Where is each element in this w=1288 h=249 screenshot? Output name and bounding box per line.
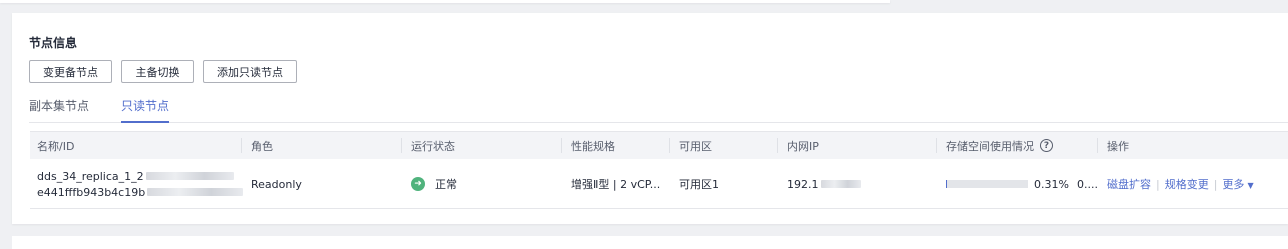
column-divider[interactable] xyxy=(936,138,937,153)
storage-usage-bar-fill xyxy=(946,180,948,188)
section-title: 节点信息 xyxy=(29,36,78,50)
table-row: dds_34_replica_1_2 e441fffb943b4c19b Rea… xyxy=(30,159,1288,209)
column-divider[interactable] xyxy=(401,138,402,153)
header-storage: 存储空间使用情况 ? xyxy=(946,132,1053,159)
action-divider: | xyxy=(1213,177,1218,191)
storage-usage-percent: 0.31% xyxy=(1034,177,1069,191)
node-status: ➜ 正常 xyxy=(411,159,457,209)
node-name: dds_34_replica_1_2 xyxy=(37,170,234,183)
storage-usage: 0.31% 0.... xyxy=(946,159,1098,209)
node-info-card: 节点信息 变更备节点 主备切换 添加只读节点 副本集节点 只读节点 名称/ID … xyxy=(12,13,1288,224)
node-tabs: 副本集节点 只读节点 xyxy=(29,97,1288,123)
top-card xyxy=(0,0,890,3)
expand-disk-link[interactable]: 磁盘扩容 xyxy=(1107,176,1151,192)
header-spec: 性能规格 xyxy=(571,139,615,153)
header-ip: 内网IP xyxy=(787,139,819,153)
header-az: 可用区 xyxy=(679,139,712,153)
row-actions: 磁盘扩容 | 规格变更 | 更多 ▼ xyxy=(1107,159,1254,209)
node-name-text: dds_34_replica_1_2 xyxy=(37,169,144,183)
change-spec-link[interactable]: 规格变更 xyxy=(1165,176,1209,192)
more-actions-label: 更多 xyxy=(1222,178,1245,191)
caret-down-icon: ▼ xyxy=(1247,181,1254,190)
header-storage-label: 存储空间使用情况 xyxy=(946,139,1034,153)
node-name-id-cell: dds_34_replica_1_2 e441fffb943b4c19b xyxy=(37,159,244,209)
table-header: 名称/ID 角色 运行状态 性能规格 可用区 内网IP 存储空间使用情况 ? 操… xyxy=(30,132,1288,159)
question-circle-icon[interactable]: ? xyxy=(1040,139,1053,152)
column-divider[interactable] xyxy=(777,138,778,153)
header-role: 角色 xyxy=(251,139,273,153)
node-spec: 增强Ⅱ型 | 2 vCP... xyxy=(571,178,661,191)
node-ip-text: 192.1 xyxy=(787,177,819,191)
node-action-buttons: 变更备节点 主备切换 添加只读节点 xyxy=(29,60,297,83)
node-az: 可用区1 xyxy=(679,178,719,191)
column-divider[interactable] xyxy=(561,138,562,153)
readonly-nodes-table: 名称/ID 角色 运行状态 性能规格 可用区 内网IP 存储空间使用情况 ? 操… xyxy=(30,131,1288,209)
tab-readonly-nodes[interactable]: 只读节点 xyxy=(121,97,170,123)
storage-usage-detail: 0.... xyxy=(1076,177,1098,191)
next-card xyxy=(12,236,1288,249)
storage-usage-bar xyxy=(946,180,1028,188)
switch-primary-standby-button[interactable]: 主备切换 xyxy=(121,60,194,83)
node-id-text: e441fffb943b4c19b xyxy=(37,185,146,199)
change-standby-node-button[interactable]: 变更备节点 xyxy=(29,60,112,83)
column-divider[interactable] xyxy=(1097,138,1098,153)
column-divider[interactable] xyxy=(241,138,242,153)
node-id: e441fffb943b4c19b xyxy=(37,185,244,199)
node-ip: 192.1 xyxy=(787,159,861,209)
header-actions: 操作 xyxy=(1107,139,1129,153)
column-divider[interactable] xyxy=(669,138,670,153)
node-status-text: 正常 xyxy=(435,178,457,191)
tab-replica-set-nodes[interactable]: 副本集节点 xyxy=(29,97,89,122)
header-status: 运行状态 xyxy=(411,139,455,153)
redacted-id xyxy=(147,188,244,196)
check-circle-icon: ➜ xyxy=(411,177,425,191)
redacted-name xyxy=(145,172,234,180)
action-divider: | xyxy=(1156,177,1160,191)
add-readonly-node-button[interactable]: 添加只读节点 xyxy=(203,60,297,83)
header-name-id: 名称/ID xyxy=(37,139,75,153)
more-actions-dropdown[interactable]: 更多 ▼ xyxy=(1222,176,1253,192)
redacted-ip xyxy=(820,180,861,188)
node-role: Readonly xyxy=(251,177,302,191)
